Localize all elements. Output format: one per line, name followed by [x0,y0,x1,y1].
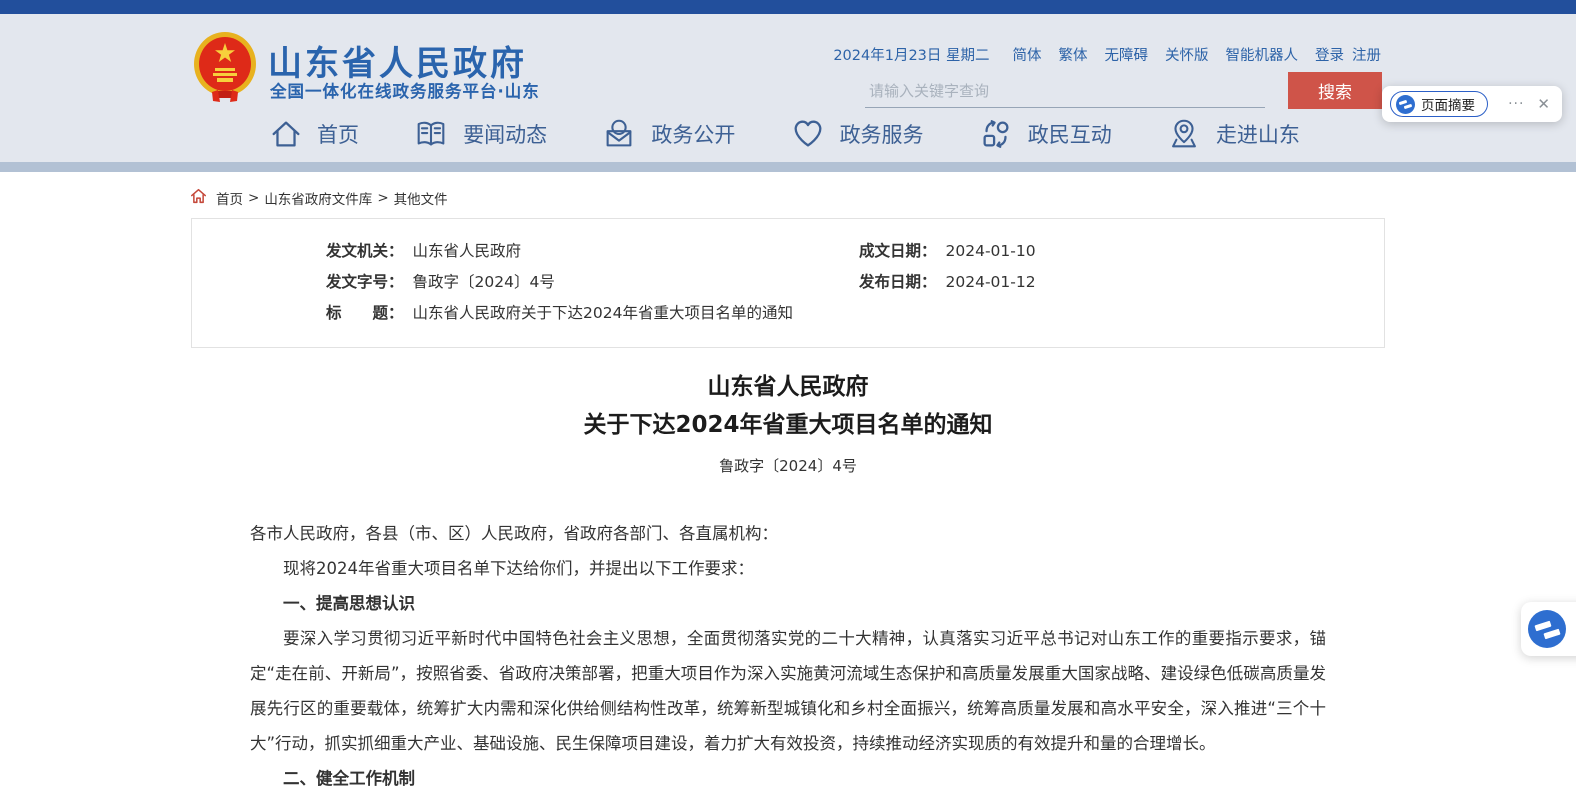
ai-assistant-icon [1528,610,1566,648]
book-icon [412,116,450,152]
paragraph-section-1: 要深入学习贯彻习近平新时代中国特色社会主义思想，全面贯彻落实党的二十大精神，认真… [250,621,1326,761]
document-header: 山东省人民政府 关于下达2024年省重大项目名单的通知 鲁政字〔2024〕4号 [0,368,1576,476]
paragraph-intro: 现将2024年省重大项目名单下达给你们，并提出以下工作要求： [250,551,1326,586]
meta-label-title: 标 题： [326,304,404,322]
meta-label-written-date: 成文日期： [859,242,937,260]
breadcrumb-separator: > [377,190,388,206]
meta-label-doc-number: 发文字号： [326,273,404,291]
nav-item-label: 要闻动态 [463,119,547,149]
meta-label-issuing-agency: 发文机关： [326,242,404,260]
breadcrumb-library[interactable]: 山东省政府文件库 [264,188,372,208]
link-register[interactable]: 注册 [1352,44,1381,65]
heart-icon [789,116,827,152]
main-nav: 首页 要闻动态 政务公开 政务服务 [0,106,1576,162]
site-header: 山东省人民政府 全国一体化在线政务服务平台·山东 2024年1月23日 星期二 … [0,14,1576,106]
breadcrumb-home-icon[interactable] [190,188,207,208]
site-subtitle: 全国一体化在线政务服务平台·山东 [270,78,540,102]
national-emblem-logo[interactable] [192,32,258,104]
nav-item-interaction[interactable]: 政民互动 [977,116,1112,152]
home-icon [268,116,304,152]
nav-item-news[interactable]: 要闻动态 [412,116,547,152]
ai-assistant-icon [1396,95,1415,114]
search-input[interactable] [865,74,1265,108]
nav-item-home[interactable]: 首页 [268,116,359,152]
nav-item-gov-services[interactable]: 政务服务 [789,116,924,152]
document-title-line2: 关于下达2024年省重大项目名单的通知 [0,406,1576,444]
breadcrumb-current: 其他文件 [394,188,448,208]
nav-divider-strip [0,162,1576,172]
nav-item-explore-shandong[interactable]: 走进山东 [1165,116,1300,152]
current-date: 2024年1月23日 星期二 [833,44,989,65]
nav-item-label: 走进山东 [1216,119,1300,149]
link-simplified[interactable]: 简体 [1013,44,1042,65]
section-heading-2: 二、健全工作机制 [250,761,1326,796]
breadcrumb: 首页 > 山东省政府文件库 > 其他文件 [190,188,1576,208]
paragraph-salutation: 各市人民政府，各县（市、区）人民政府，省政府各部门、各直属机构： [250,516,1326,551]
mail-icon [600,116,638,152]
meta-value-written-date: 2024-01-10 [946,242,1036,260]
page-summary-label: 页面摘要 [1421,94,1475,114]
page-summary-button[interactable]: 页面摘要 [1390,91,1488,117]
search-button[interactable]: 搜索 [1288,72,1382,109]
nav-item-label: 政务服务 [840,119,924,149]
document-title-line1: 山东省人民政府 [0,368,1576,406]
map-pin-icon [1165,116,1203,152]
quick-links: 2024年1月23日 星期二 简体 繁体 无障碍 关怀版 智能机器人 登录 注册 [833,44,1381,65]
document-meta-box: 发文机关： 山东省人民政府 成文日期： 2024-01-10 发文字号： 鲁政字〔20… [191,218,1385,348]
meta-row: 发文字号： 鲁政字〔2024〕4号 发布日期： 2024-01-12 [192,267,1384,298]
document-number: 鲁政字〔2024〕4号 [0,455,1576,476]
meta-value-issuing-agency: 山东省人民政府 [413,242,522,260]
section-heading-1: 一、提高思想认识 [250,586,1326,621]
meta-value-publish-date: 2024-01-12 [946,273,1036,291]
interaction-icon [977,116,1015,152]
top-bar [0,0,1576,14]
page-summary-widget: 页面摘要 ··· ✕ [1382,86,1562,122]
nav-item-label: 政务公开 [651,119,735,149]
ai-assistant-fab[interactable] [1521,602,1576,656]
close-icon[interactable]: ✕ [1537,95,1550,113]
link-login[interactable]: 登录 [1315,44,1344,65]
meta-label-publish-date: 发布日期： [859,273,937,291]
nav-item-gov-info[interactable]: 政务公开 [600,116,735,152]
meta-value-doc-number: 鲁政字〔2024〕4号 [413,273,555,291]
meta-row: 标 题： 山东省人民政府关于下达2024年省重大项目名单的通知 [192,298,1384,329]
meta-row: 发文机关： 山东省人民政府 成文日期： 2024-01-10 [192,236,1384,267]
nav-item-label: 首页 [317,119,359,149]
nav-item-label: 政民互动 [1028,119,1112,149]
link-traditional[interactable]: 繁体 [1059,44,1088,65]
more-options-icon[interactable]: ··· [1508,96,1524,112]
link-accessibility[interactable]: 无障碍 [1105,44,1149,65]
document-body: 各市人民政府，各县（市、区）人民政府，省政府各部门、各直属机构： 现将2024年… [250,516,1326,796]
breadcrumb-separator: > [248,190,259,206]
link-smart-robot[interactable]: 智能机器人 [1226,44,1299,65]
meta-value-title: 山东省人民政府关于下达2024年省重大项目名单的通知 [413,304,793,322]
link-care-version[interactable]: 关怀版 [1165,44,1209,65]
breadcrumb-home[interactable]: 首页 [216,188,243,208]
